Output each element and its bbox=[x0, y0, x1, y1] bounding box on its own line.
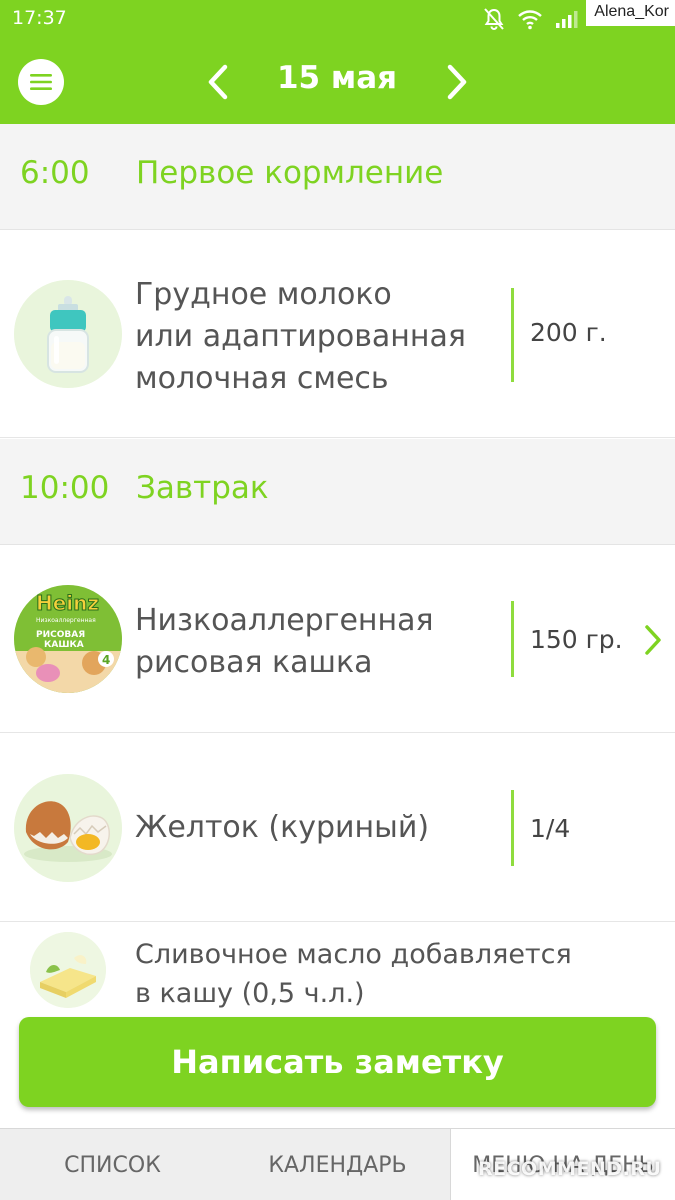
chevron-left-icon[interactable] bbox=[203, 62, 233, 102]
chevron-right-icon[interactable] bbox=[442, 62, 472, 102]
divider bbox=[511, 601, 514, 677]
chevron-right-icon[interactable] bbox=[642, 623, 664, 657]
food-name: Низкоаллергенная рисовая кашка bbox=[135, 603, 434, 680]
watermark: RECOMMEND.RU bbox=[478, 1158, 662, 1180]
username-tag: Alena_Kor bbox=[586, 0, 675, 26]
tab-list[interactable]: СПИСОК bbox=[0, 1129, 225, 1200]
wifi-icon bbox=[518, 10, 542, 30]
porridge-box-icon: Heinz Низкоаллергенная РИСОВАЯ КАШКА 4 bbox=[14, 585, 122, 693]
app-header: 15 мая bbox=[0, 38, 675, 124]
meal-name: Первое кормление bbox=[136, 155, 444, 191]
bell-muted-icon bbox=[484, 8, 504, 30]
meal-time: 6:00 bbox=[20, 155, 90, 191]
svg-text:Низкоаллергенная: Низкоаллергенная bbox=[36, 617, 96, 624]
meal-header: 6:00 Первое кормление bbox=[0, 124, 675, 230]
hamburger-icon bbox=[30, 74, 52, 90]
food-item-milk[interactable]: Грудное молоко или адаптированная молочн… bbox=[0, 230, 675, 438]
svg-text:РИСОВАЯ: РИСОВАЯ bbox=[36, 630, 85, 640]
food-item-porridge[interactable]: Heinz Низкоаллергенная РИСОВАЯ КАШКА 4 Н… bbox=[0, 545, 675, 733]
food-amount: 1/4 bbox=[530, 814, 571, 843]
meal-header: 10:00 Завтрак bbox=[0, 439, 675, 545]
write-note-button[interactable]: Написать заметку bbox=[19, 1017, 656, 1107]
tab-calendar[interactable]: КАЛЕНДАРЬ bbox=[225, 1129, 450, 1200]
menu-button[interactable] bbox=[18, 59, 64, 105]
svg-text:КАШКА: КАШКА bbox=[44, 640, 84, 650]
divider bbox=[511, 790, 514, 866]
butter-icon bbox=[30, 932, 106, 1008]
current-date: 15 мая bbox=[276, 60, 398, 96]
food-amount: 200 г. bbox=[530, 318, 607, 347]
svg-text:Heinz: Heinz bbox=[36, 591, 99, 615]
status-bar: 17:37 Alena_Kor bbox=[0, 0, 675, 38]
food-name: Желток (куриный) bbox=[135, 810, 430, 845]
status-icons bbox=[483, 6, 579, 32]
baby-bottle-icon bbox=[14, 280, 122, 388]
status-time: 17:37 bbox=[12, 7, 67, 29]
meal-note: Сливочное масло добавляется в кашу (0,5 … bbox=[0, 922, 675, 1017]
note-text: Сливочное масло добавляется в кашу (0,5 … bbox=[135, 939, 572, 1009]
food-amount: 150 гр. bbox=[530, 625, 623, 654]
svg-text:4: 4 bbox=[102, 653, 110, 667]
food-item-yolk[interactable]: Желток (куриный) 1/4 bbox=[0, 734, 675, 922]
divider bbox=[511, 288, 514, 382]
meal-name: Завтрак bbox=[136, 470, 269, 506]
meal-time: 10:00 bbox=[20, 470, 110, 506]
egg-icon bbox=[14, 774, 122, 882]
food-name: Грудное молоко или адаптированная молочн… bbox=[135, 277, 466, 396]
signal-icon bbox=[556, 11, 578, 28]
